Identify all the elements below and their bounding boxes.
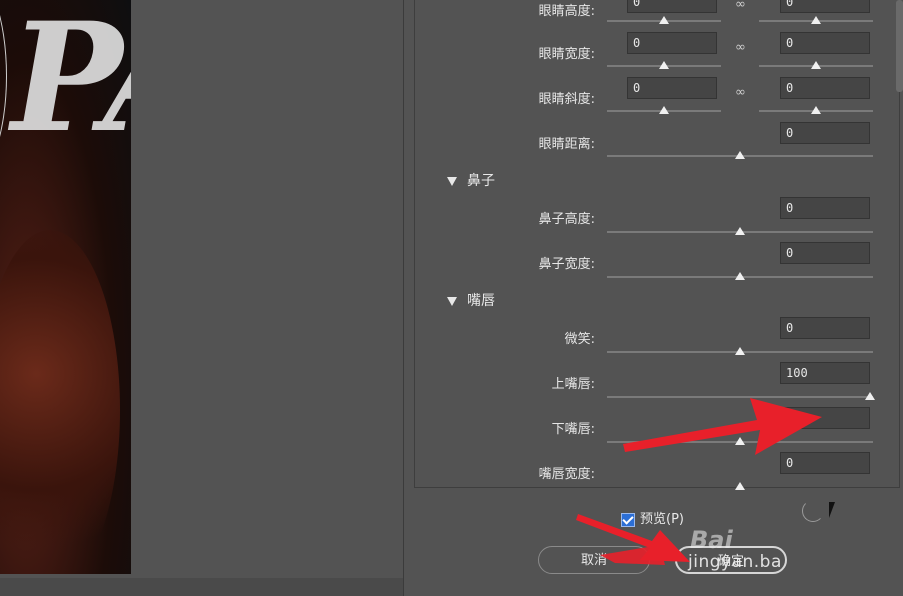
eye-tilt-left-input[interactable]: 0: [627, 77, 717, 99]
eye-height-right-thumb[interactable]: [811, 16, 821, 24]
eye-distance-input[interactable]: 0: [780, 122, 870, 144]
nose-height-thumb[interactable]: [735, 227, 745, 235]
triangle-down-icon: [447, 176, 457, 186]
eye-tilt-label: 眼睛斜度:: [538, 92, 595, 107]
nose-section-toggle[interactable]: 鼻子: [447, 170, 495, 190]
smile-label: 微笑:: [564, 332, 595, 347]
preview-toggle[interactable]: 预览(P): [621, 508, 684, 527]
smile-thumb[interactable]: [735, 347, 745, 355]
nose-height-input[interactable]: 0: [780, 197, 870, 219]
upper-lip-slider[interactable]: [607, 396, 873, 398]
lower-lip-thumb[interactable]: [735, 437, 745, 445]
panel-scrollbar[interactable]: [896, 0, 903, 92]
eye-tilt-right-thumb[interactable]: [811, 106, 821, 114]
watermark-logo: Bai: [690, 526, 733, 554]
checkbox-icon[interactable]: [621, 512, 635, 527]
photo-hair: [0, 230, 120, 574]
mouth-width-input[interactable]: 0: [780, 452, 870, 474]
eye-width-right-thumb[interactable]: [811, 61, 821, 69]
eye-tilt-left-thumb[interactable]: [659, 106, 669, 114]
nose-width-label: 鼻子宽度:: [538, 257, 595, 272]
nose-width-thumb[interactable]: [735, 272, 745, 280]
watermark-text: jingyan.ba: [688, 552, 782, 572]
mouth-section-toggle[interactable]: 嘴唇: [447, 290, 495, 310]
eye-distance-thumb[interactable]: [735, 151, 745, 159]
photo-background-letters: PA: [0, 0, 131, 166]
smile-input[interactable]: 0: [780, 317, 870, 339]
mouth-width-label: 嘴唇宽度:: [538, 467, 595, 482]
eye-height-left-thumb[interactable]: [659, 16, 669, 24]
eye-tilt-right-input[interactable]: 0: [780, 77, 870, 99]
link-icon[interactable]: ∞: [735, 85, 746, 101]
eye-distance-label: 眼睛距离:: [538, 137, 595, 152]
nose-width-input[interactable]: 0: [780, 242, 870, 264]
triangle-down-icon: [447, 296, 457, 306]
mouth-width-thumb[interactable]: [735, 482, 745, 490]
canvas-scroll-area: [0, 578, 403, 596]
link-icon[interactable]: ∞: [735, 0, 746, 13]
eye-height-label: 眼睛高度:: [538, 4, 595, 19]
nose-height-label: 鼻子高度:: [538, 212, 595, 227]
nose-section-title: 鼻子: [467, 173, 495, 189]
preview-label: 预览(P): [640, 512, 684, 527]
eye-width-right-input[interactable]: 0: [780, 32, 870, 54]
mouth-section-title: 嘴唇: [467, 293, 495, 309]
preview-photo: PA: [0, 0, 131, 574]
canvas-area[interactable]: PA: [0, 0, 403, 596]
link-icon[interactable]: ∞: [735, 40, 746, 56]
eye-width-left-thumb[interactable]: [659, 61, 669, 69]
cancel-button[interactable]: 取消: [538, 546, 650, 574]
cursor-icon: [829, 502, 839, 518]
eye-height-right-input[interactable]: 0: [780, 0, 870, 13]
loading-icon: [802, 500, 824, 522]
lower-lip-input[interactable]: [780, 407, 870, 429]
eye-width-left-input[interactable]: 0: [627, 32, 717, 54]
eye-width-label: 眼睛宽度:: [538, 47, 595, 62]
lower-lip-label: 下嘴唇:: [551, 422, 595, 437]
upper-lip-thumb[interactable]: [865, 392, 875, 400]
eye-height-left-input[interactable]: 0: [627, 0, 717, 13]
upper-lip-label: 上嘴唇:: [551, 377, 595, 392]
upper-lip-input[interactable]: 100: [780, 362, 870, 384]
